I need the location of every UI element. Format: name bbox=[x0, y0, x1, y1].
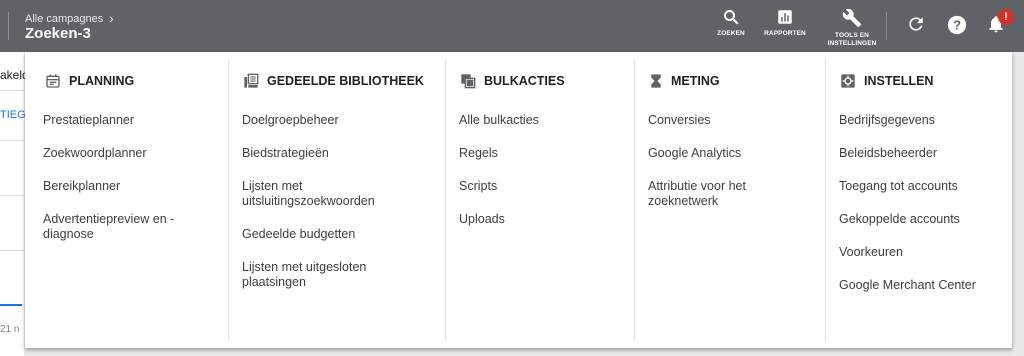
menu-item-gedeelde-budgetten[interactable]: Gedeelde budgetten bbox=[242, 227, 407, 242]
top-app-bar: Alle campagnes › Zoeken-3 ZOEKEN RAPPORT… bbox=[0, 0, 1024, 52]
background-page bbox=[1012, 52, 1024, 356]
menu-item-attributie[interactable]: Attributie voor het zoeknetwerk bbox=[648, 179, 813, 209]
column-heading: METING bbox=[649, 73, 720, 89]
reports-label: RAPPORTEN bbox=[764, 30, 806, 37]
refresh-button[interactable] bbox=[906, 14, 926, 39]
tools-settings-button[interactable]: TOOLS EN INSTELLINGEN bbox=[822, 8, 882, 48]
column-heading: INSTELLEN bbox=[840, 73, 933, 89]
menu-item-google-merchant-center[interactable]: Google Merchant Center bbox=[839, 278, 1004, 293]
menu-item-google-analytics[interactable]: Google Analytics bbox=[648, 146, 813, 161]
column-title: GEDEELDE BIBLIOTHEEK bbox=[267, 74, 424, 88]
menu-item-prestatieplanner[interactable]: Prestatieplanner bbox=[43, 113, 208, 128]
divider bbox=[0, 90, 24, 91]
page-title: Zoeken-3 bbox=[25, 25, 91, 42]
chart-line bbox=[0, 304, 22, 306]
column-heading: GEDEELDE BIBLIOTHEEK bbox=[243, 73, 424, 89]
chevron-right-icon: › bbox=[109, 11, 114, 26]
menu-item-doelgroepbeheer[interactable]: Doelgroepbeheer bbox=[242, 113, 407, 128]
calendar-icon bbox=[46, 74, 60, 88]
library-icon bbox=[244, 73, 259, 88]
search-label: ZOEKEN bbox=[717, 30, 745, 37]
menu-item-regels[interactable]: Regels bbox=[459, 146, 624, 161]
notification-badge: ! bbox=[998, 9, 1014, 25]
breadcrumb[interactable]: Alle campagnes › bbox=[25, 11, 114, 26]
menu-item-bedrijfsgegevens[interactable]: Bedrijfsgegevens bbox=[839, 113, 1004, 128]
menu-column-bulkacties: BULKACTIES Alle bulkacties Regels Script… bbox=[445, 60, 634, 340]
menu-item-uitgesloten-plaatsingen[interactable]: Lijsten met uitgesloten plaatsingen bbox=[242, 260, 407, 290]
menu-column-planning: PLANNING Prestatieplanner Zoekwoordplann… bbox=[25, 60, 228, 340]
column-title: PLANNING bbox=[69, 74, 135, 88]
column-heading: BULKACTIES bbox=[460, 73, 565, 89]
column-title: BULKACTIES bbox=[484, 74, 565, 88]
wrench-icon bbox=[842, 8, 862, 28]
help-icon: ? bbox=[947, 15, 967, 35]
settings-box-icon bbox=[841, 74, 855, 88]
background-page bbox=[0, 52, 24, 356]
menu-column-gedeelde-bibliotheek: GEDEELDE BIBLIOTHEEK Doelgroepbeheer Bie… bbox=[228, 60, 445, 340]
search-icon bbox=[724, 10, 739, 25]
copy-icon bbox=[461, 74, 476, 89]
menu-item-bereikplanner[interactable]: Bereikplanner bbox=[43, 179, 208, 194]
reports-button[interactable]: RAPPORTEN bbox=[760, 8, 810, 38]
menu-item-biedstrategieen[interactable]: Biedstrategieën bbox=[242, 146, 407, 161]
menu-item-gekoppelde-accounts[interactable]: Gekoppelde accounts bbox=[839, 212, 1004, 227]
menu-column-meting: METING Conversies Google Analytics Attri… bbox=[634, 60, 825, 340]
menu-item-voorkeuren[interactable]: Voorkeuren bbox=[839, 245, 1004, 260]
column-heading: PLANNING bbox=[45, 73, 134, 89]
divider bbox=[0, 250, 24, 251]
column-title: METING bbox=[671, 74, 720, 88]
refresh-icon bbox=[909, 17, 923, 31]
divider bbox=[886, 12, 887, 40]
menu-item-advertentiepreview[interactable]: Advertentiepreview en -diagnose bbox=[43, 212, 208, 242]
background-tab: TIEG bbox=[0, 109, 26, 121]
divider bbox=[0, 140, 24, 141]
menu-item-conversies[interactable]: Conversies bbox=[648, 113, 813, 128]
menu-item-zoekwoordplanner[interactable]: Zoekwoordplanner bbox=[43, 146, 208, 161]
svg-text:?: ? bbox=[953, 18, 961, 33]
menu-item-uitsluitingszoekwoorden[interactable]: Lijsten met uitsluitingszoekwoorden bbox=[242, 179, 407, 209]
reports-icon bbox=[778, 10, 792, 24]
search-button[interactable]: ZOEKEN bbox=[715, 8, 747, 38]
background-date: 21 n bbox=[0, 324, 20, 335]
tools-menu-panel: PLANNING Prestatieplanner Zoekwoordplann… bbox=[25, 52, 1012, 348]
divider bbox=[0, 195, 24, 196]
help-button[interactable]: ? bbox=[946, 14, 968, 41]
menu-item-scripts[interactable]: Scripts bbox=[459, 179, 624, 194]
menu-item-alle-bulkacties[interactable]: Alle bulkacties bbox=[459, 113, 624, 128]
menu-item-beleidsbeheerder[interactable]: Beleidsbeheerder bbox=[839, 146, 1004, 161]
menu-column-instellen: INSTELLEN Bedrijfsgegevens Beleidsbeheer… bbox=[825, 60, 1012, 340]
divider bbox=[8, 12, 9, 40]
hourglass-icon bbox=[651, 74, 661, 88]
menu-item-toegang-accounts[interactable]: Toegang tot accounts bbox=[839, 179, 1004, 194]
column-title: INSTELLEN bbox=[864, 74, 934, 88]
breadcrumb-label[interactable]: Alle campagnes bbox=[25, 13, 103, 25]
menu-item-uploads[interactable]: Uploads bbox=[459, 212, 624, 227]
tools-label: TOOLS EN INSTELLINGEN bbox=[827, 32, 877, 47]
